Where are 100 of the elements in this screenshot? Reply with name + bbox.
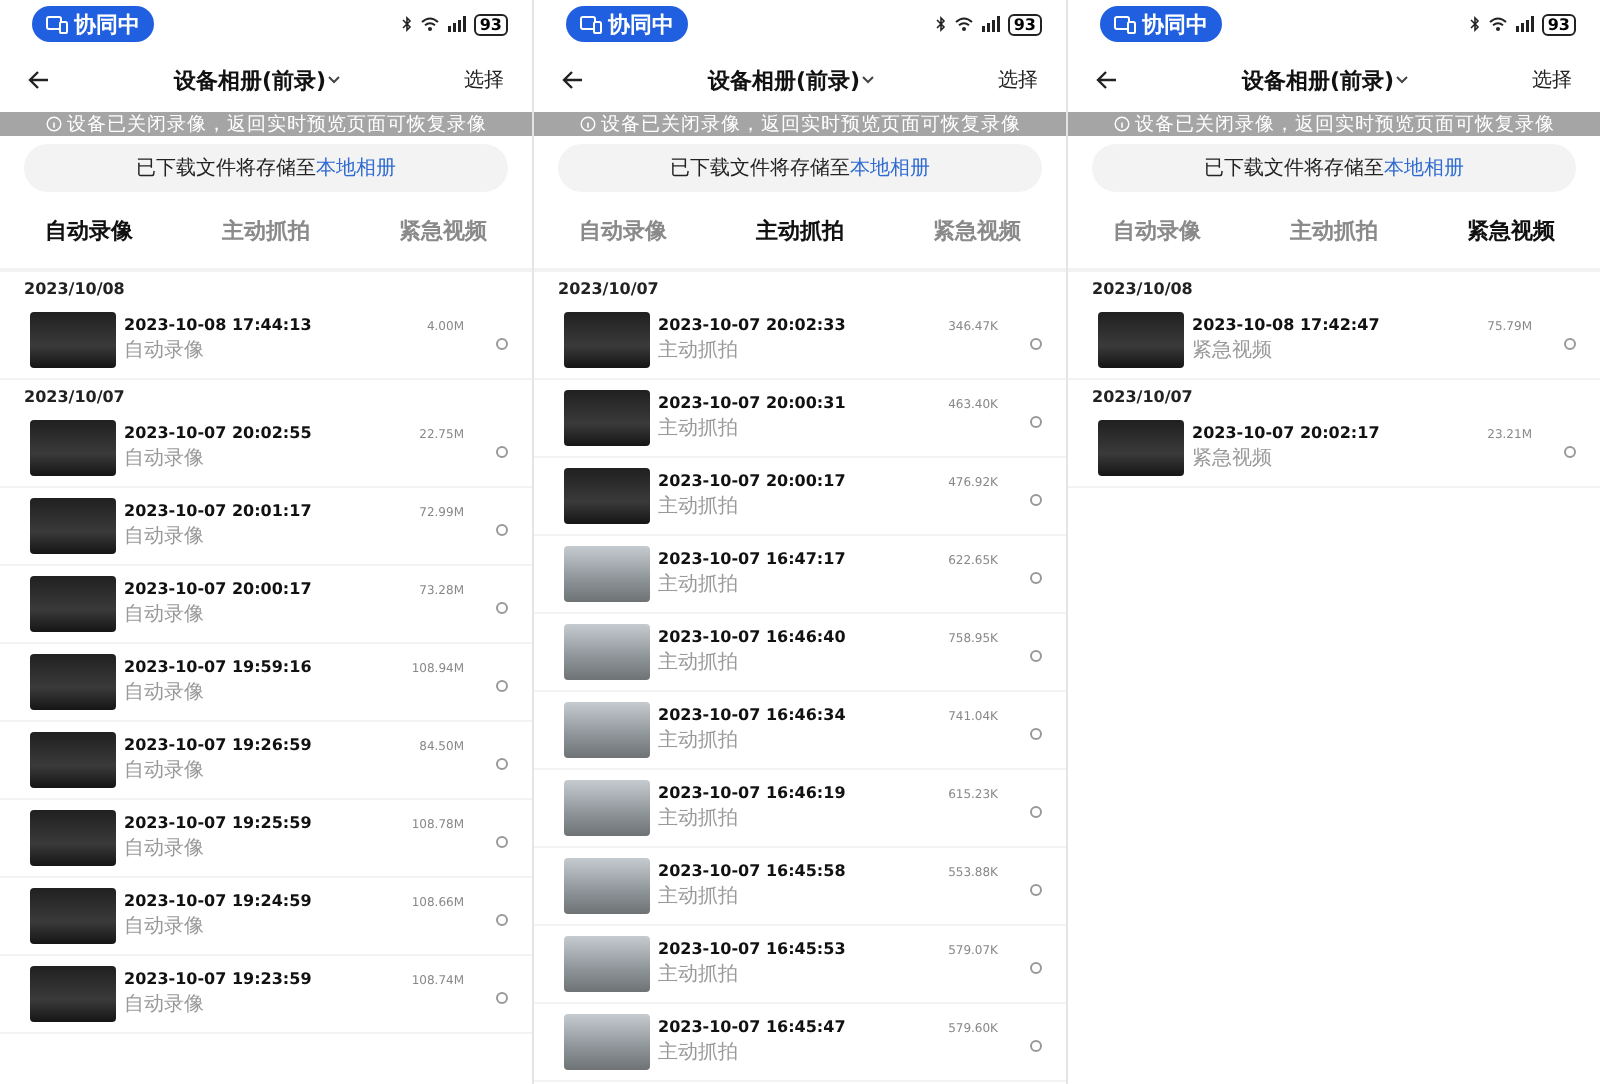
select-checkbox[interactable]	[1030, 338, 1042, 350]
select-checkbox[interactable]	[496, 602, 508, 614]
date-heading: 2023/10/08	[1090, 278, 1195, 302]
file-type: 自动录像	[124, 446, 206, 472]
file-type: 自动录像	[124, 680, 206, 706]
back-arrow-icon[interactable]	[1096, 70, 1118, 90]
file-time: 2023-10-07 20:02:55	[124, 424, 314, 442]
select-checkbox[interactable]	[496, 338, 508, 350]
select-checkbox[interactable]	[1030, 650, 1042, 662]
photo-placeholder	[30, 732, 116, 788]
notice-text: 设备已关闭录像，返回实时预览页面可恢复录像	[1135, 111, 1555, 137]
local-album-link[interactable]: 本地相册	[1384, 154, 1464, 182]
file-time: 2023-10-08 17:42:47	[1192, 316, 1382, 334]
photo-placeholder	[1098, 312, 1184, 368]
file-type: 主动抓拍	[658, 727, 740, 754]
select-checkbox[interactable]	[1030, 494, 1042, 506]
album-title[interactable]: 设备相册(前录)	[707, 65, 875, 95]
photo-placeholder	[564, 468, 650, 524]
file-time: 2023-10-07 20:02:33	[658, 316, 848, 334]
bluetooth-icon	[1469, 16, 1480, 32]
file-time: 2023-10-07 16:47:17	[658, 550, 848, 568]
back-arrow-icon[interactable]	[562, 70, 584, 90]
file-time: 2023-10-07 19:25:59	[124, 814, 314, 832]
category-tab[interactable]: 紧急视频	[1467, 215, 1556, 245]
file-time: 2023-10-07 19:23:59	[124, 970, 314, 988]
photo-placeholder	[564, 780, 650, 836]
category-tab[interactable]: 主动抓拍	[755, 215, 844, 245]
file-time: 2023-10-07 20:01:17	[124, 502, 314, 520]
info-icon	[1113, 116, 1129, 132]
photo-placeholder	[30, 888, 116, 944]
signal-icon	[981, 16, 1000, 32]
select-checkbox[interactable]	[1564, 338, 1576, 350]
select-checkbox[interactable]	[1030, 572, 1042, 584]
photo-placeholder	[564, 312, 650, 368]
select-checkbox[interactable]	[1030, 1040, 1042, 1052]
storage-text: 已下载文件将存储至	[1204, 155, 1384, 182]
category-tab[interactable]: 自动录像	[44, 215, 133, 245]
select-checkbox[interactable]	[496, 836, 508, 848]
photo-placeholder	[564, 624, 650, 680]
select-checkbox[interactable]	[1030, 962, 1042, 974]
bluetooth-icon	[935, 16, 946, 32]
file-time: 2023-10-07 16:46:19	[658, 784, 848, 802]
date-heading: 2023/10/07	[22, 386, 127, 410]
file-type: 自动录像	[124, 524, 206, 550]
local-album-link[interactable]: 本地相册	[850, 154, 930, 182]
date-heading: 2023/10/08	[22, 278, 127, 302]
file-type: 主动抓拍	[658, 1039, 740, 1066]
file-type: 主动抓拍	[658, 961, 740, 988]
date-heading: 2023/10/07	[1090, 386, 1195, 410]
battery-level: 93	[1007, 13, 1042, 35]
info-icon	[45, 116, 61, 132]
file-time: 2023-10-07 16:45:53	[658, 940, 848, 958]
select-checkbox[interactable]	[496, 914, 508, 926]
select-checkbox[interactable]	[1030, 728, 1042, 740]
file-type: 主动抓拍	[658, 883, 740, 910]
select-checkbox[interactable]	[496, 524, 508, 536]
select-checkbox[interactable]	[496, 446, 508, 458]
select-checkbox[interactable]	[496, 992, 508, 1004]
notice-text: 设备已关闭录像，返回实时预览页面可恢复录像	[67, 111, 487, 137]
file-time: 2023-10-07 20:02:17	[1192, 424, 1382, 442]
select-checkbox[interactable]	[1030, 416, 1042, 428]
photo-placeholder	[564, 546, 650, 602]
photo-placeholder	[564, 390, 650, 446]
date-heading: 2023/10/07	[556, 278, 661, 302]
collaboration-badge[interactable]: 协同中	[566, 6, 688, 42]
back-arrow-icon[interactable]	[28, 70, 50, 90]
select-checkbox[interactable]	[1030, 884, 1042, 896]
album-title[interactable]: 设备相册(前录)	[1241, 65, 1409, 95]
album-title[interactable]: 设备相册(前录)	[173, 65, 341, 95]
select-checkbox[interactable]	[496, 758, 508, 770]
chevron-down-icon	[862, 76, 875, 84]
file-time: 2023-10-08 17:44:13	[124, 316, 314, 334]
select-button[interactable]: 选择	[998, 66, 1038, 94]
photo-placeholder	[30, 810, 116, 866]
local-album-link[interactable]: 本地相册	[316, 154, 396, 182]
file-type: 主动抓拍	[658, 415, 740, 442]
battery-level: 93	[473, 13, 508, 35]
file-type: 主动抓拍	[658, 571, 740, 598]
collaboration-badge[interactable]: 协同中	[1100, 6, 1222, 42]
file-time: 2023-10-07 20:00:17	[658, 472, 848, 490]
wifi-icon	[419, 16, 440, 32]
file-type: 自动录像	[124, 836, 206, 862]
select-checkbox[interactable]	[496, 680, 508, 692]
devices-icon	[46, 15, 68, 33]
devices-icon	[580, 15, 602, 33]
collaboration-badge[interactable]: 协同中	[32, 6, 154, 42]
chevron-down-icon	[1396, 76, 1409, 84]
select-button[interactable]: 选择	[1532, 66, 1572, 94]
select-button[interactable]: 选择	[464, 66, 504, 94]
storage-text: 已下载文件将存储至	[670, 155, 850, 182]
file-time: 2023-10-07 20:00:31	[658, 394, 848, 412]
file-type: 自动录像	[124, 914, 206, 940]
photo-placeholder	[30, 966, 116, 1022]
photo-placeholder	[30, 576, 116, 632]
file-time: 2023-10-07 16:46:40	[658, 628, 848, 646]
file-time: 2023-10-07 19:26:59	[124, 736, 314, 754]
file-type: 紧急视频	[1192, 337, 1274, 364]
file-type: 自动录像	[124, 992, 206, 1018]
select-checkbox[interactable]	[1564, 446, 1576, 458]
select-checkbox[interactable]	[1030, 806, 1042, 818]
